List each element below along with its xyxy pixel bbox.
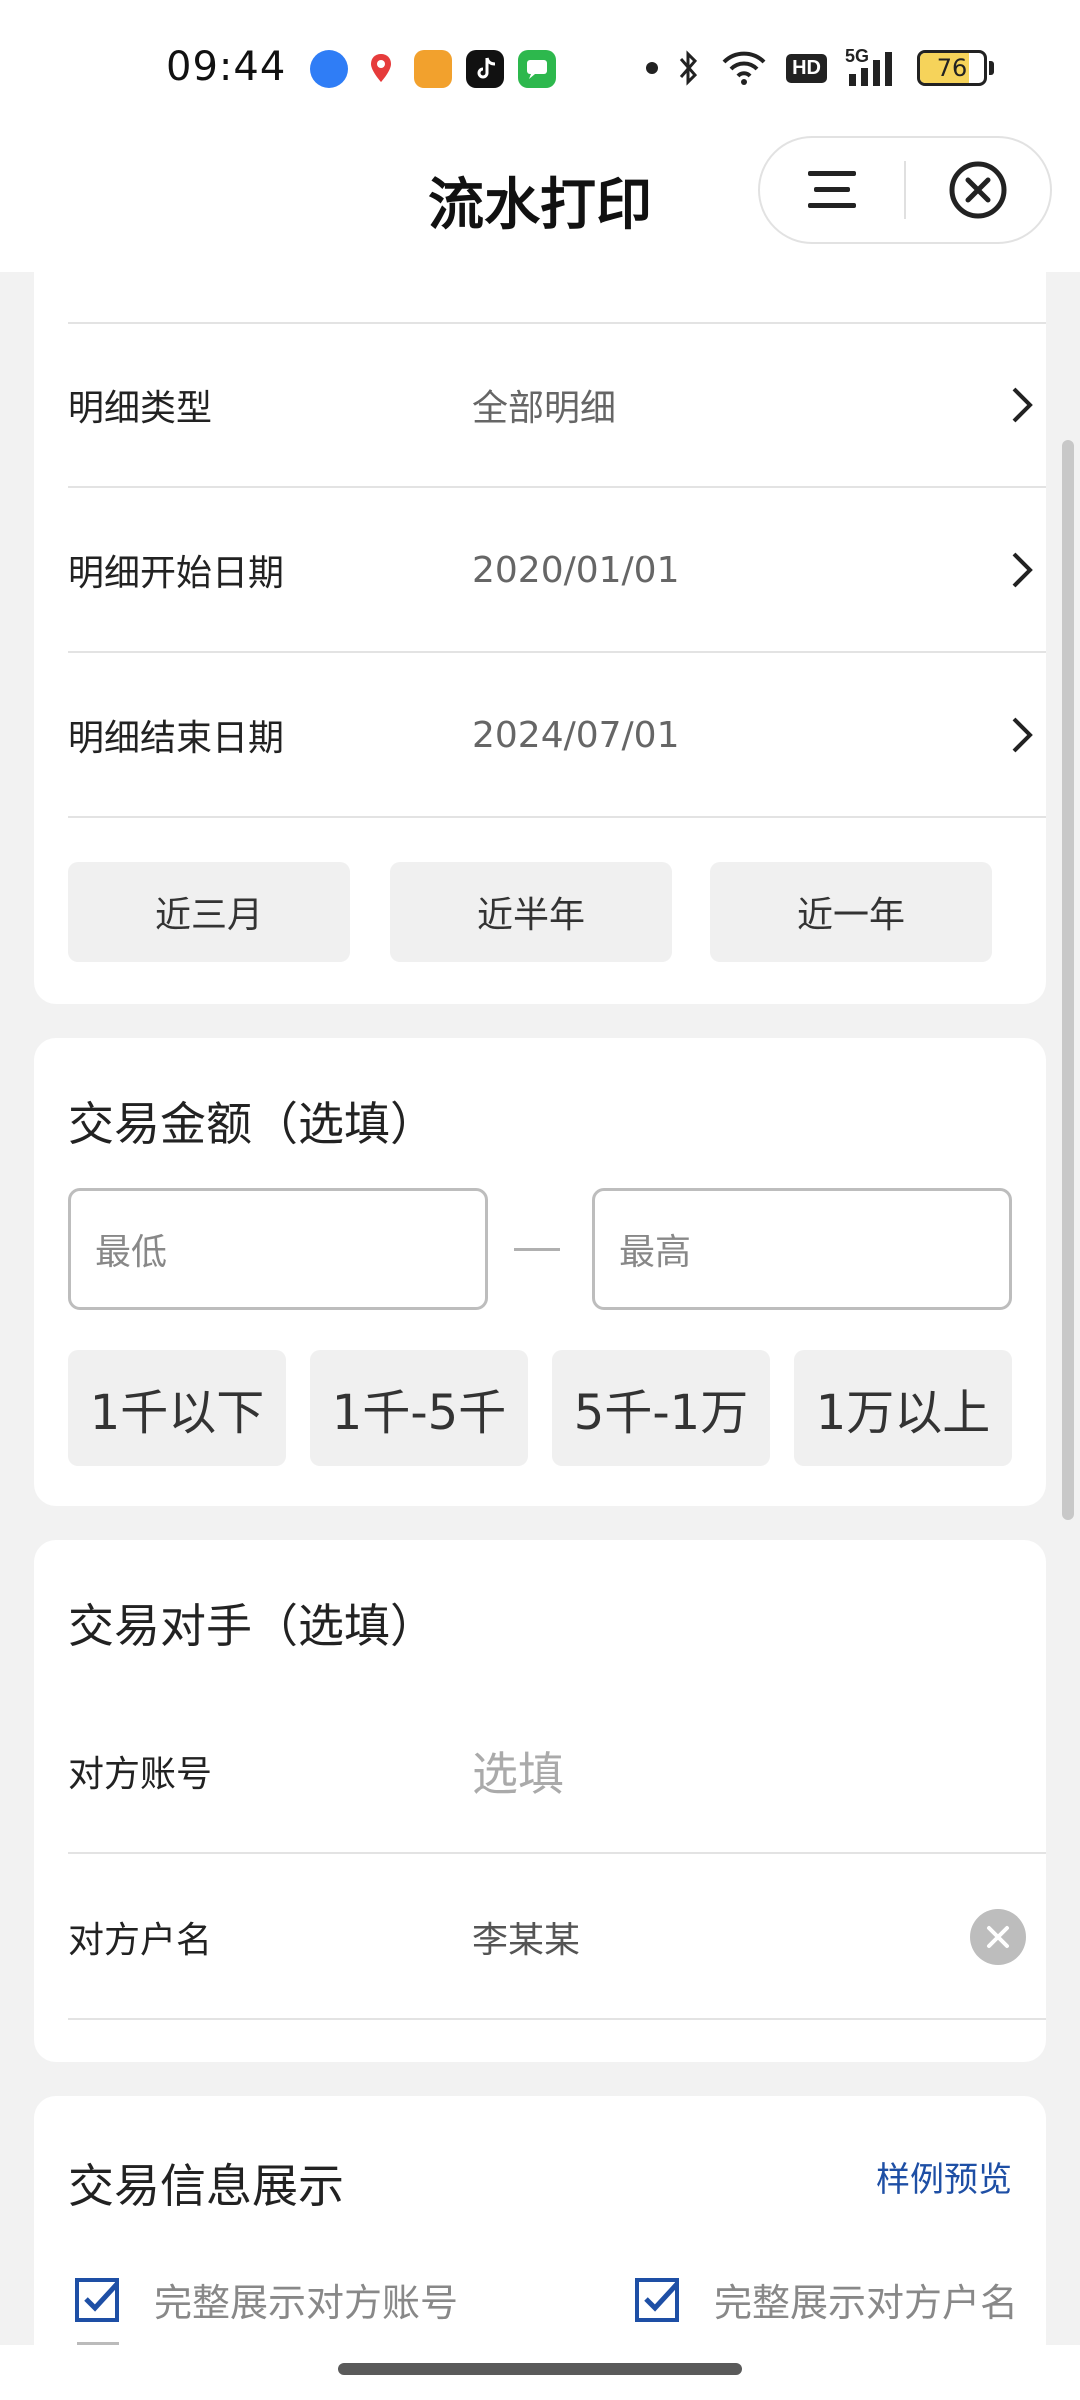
counterparty-card: 交易对手（选填） 对方账号 选填 对方户名 李某某 <box>34 1540 1046 2062</box>
scrollbar[interactable] <box>1062 440 1074 1520</box>
battery-level: 76 <box>936 54 968 82</box>
sample-preview-link[interactable]: 样例预览 <box>876 2152 1012 2201</box>
detail-type-value: 全部明细 <box>472 388 617 429</box>
show-full-account-label: 完整展示对方账号 <box>154 2281 459 2325</box>
close-circle-icon <box>949 161 1007 219</box>
mini-program-capsule <box>758 136 1052 244</box>
start-date-label: 明细开始日期 <box>68 553 285 594</box>
quick-range-1-year[interactable]: 近一年 <box>710 862 992 962</box>
clear-name-button[interactable] <box>970 1909 1026 1965</box>
account-number-row: 对方账号 选填 <box>68 1690 1046 1854</box>
end-date-row[interactable]: 明细结束日期 2024/07/01 <box>68 654 1046 818</box>
display-section-title: 交易信息展示 <box>68 2159 344 2213</box>
detail-type-row[interactable]: 明细类型 全部明细 <box>68 324 1046 488</box>
weibo-app-icon <box>414 50 452 88</box>
end-date-label: 明细结束日期 <box>68 718 285 759</box>
show-full-name-option[interactable]: 完整展示对方户名 <box>634 2272 1018 2327</box>
amount-range-under-1k[interactable]: 1千以下 <box>68 1350 286 1466</box>
status-time: 09:44 <box>166 44 287 90</box>
account-number-input[interactable]: 选填 <box>472 1738 1046 1804</box>
max-amount-input[interactable]: 最高 <box>592 1188 1012 1310</box>
detail-type-label: 明细类型 <box>68 388 213 429</box>
counterparty-section-title: 交易对手（选填） <box>68 1599 436 1653</box>
amount-section-title: 交易金额（选填） <box>68 1097 436 1151</box>
amount-card: 交易金额（选填） 最低 最高 1千以下 1千-5千 5千-1万 1万以上 <box>34 1038 1046 1506</box>
hd-badge: HD <box>786 53 827 83</box>
menu-button[interactable] <box>760 138 904 242</box>
account-name-row: 对方户名 李某某 <box>68 1856 1046 2020</box>
notification-dot-icon <box>646 62 659 74</box>
show-full-name-label: 完整展示对方户名 <box>714 2281 1019 2325</box>
card-top-divider <box>68 250 1046 324</box>
map-app-icon <box>362 50 400 88</box>
amount-range-over-10k[interactable]: 1万以上 <box>794 1350 1012 1466</box>
detail-card: 明细类型 全部明细 明细开始日期 2020/01/01 明细结束日期 2024/… <box>34 250 1046 1004</box>
start-date-value: 2020/01/01 <box>472 549 680 591</box>
end-date-value: 2024/07/01 <box>472 714 680 756</box>
amount-range-1k-5k[interactable]: 1千-5千 <box>310 1350 528 1466</box>
wifi-icon <box>722 51 766 85</box>
message-app-icon <box>518 50 556 88</box>
checkbox-checked-icon <box>635 2277 679 2322</box>
chevron-right-icon <box>1012 387 1033 423</box>
quick-range-6-months[interactable]: 近半年 <box>390 862 672 962</box>
status-bar: 09:44 HD 5G 76 <box>0 0 1080 130</box>
battery-icon: 76 <box>917 50 987 86</box>
account-name-input[interactable]: 李某某 <box>472 1911 970 1963</box>
close-button[interactable] <box>906 138 1050 242</box>
clear-icon <box>987 1926 1009 1948</box>
bluetooth-icon <box>679 50 698 86</box>
home-indicator[interactable] <box>338 2363 742 2375</box>
app-notification-icon <box>310 50 348 88</box>
min-amount-input[interactable]: 最低 <box>68 1188 488 1310</box>
status-indicators: HD 5G 76 <box>646 46 994 88</box>
tiktok-app-icon <box>466 50 504 88</box>
cellular-signal-icon: 5G <box>845 46 899 88</box>
chevron-right-icon <box>1012 552 1033 588</box>
checkbox-checked-icon <box>75 2277 119 2322</box>
account-number-label: 对方账号 <box>68 1754 213 1795</box>
quick-range-3-months[interactable]: 近三月 <box>68 862 350 962</box>
show-full-account-option[interactable]: 完整展示对方账号 <box>74 2272 458 2327</box>
menu-icon <box>808 171 856 208</box>
account-name-label: 对方户名 <box>68 1920 213 1961</box>
chevron-right-icon <box>1012 717 1033 753</box>
amount-range-5k-10k[interactable]: 5千-1万 <box>552 1350 770 1466</box>
range-separator <box>514 1248 560 1251</box>
start-date-row[interactable]: 明细开始日期 2020/01/01 <box>68 489 1046 653</box>
status-app-icons <box>310 50 556 88</box>
